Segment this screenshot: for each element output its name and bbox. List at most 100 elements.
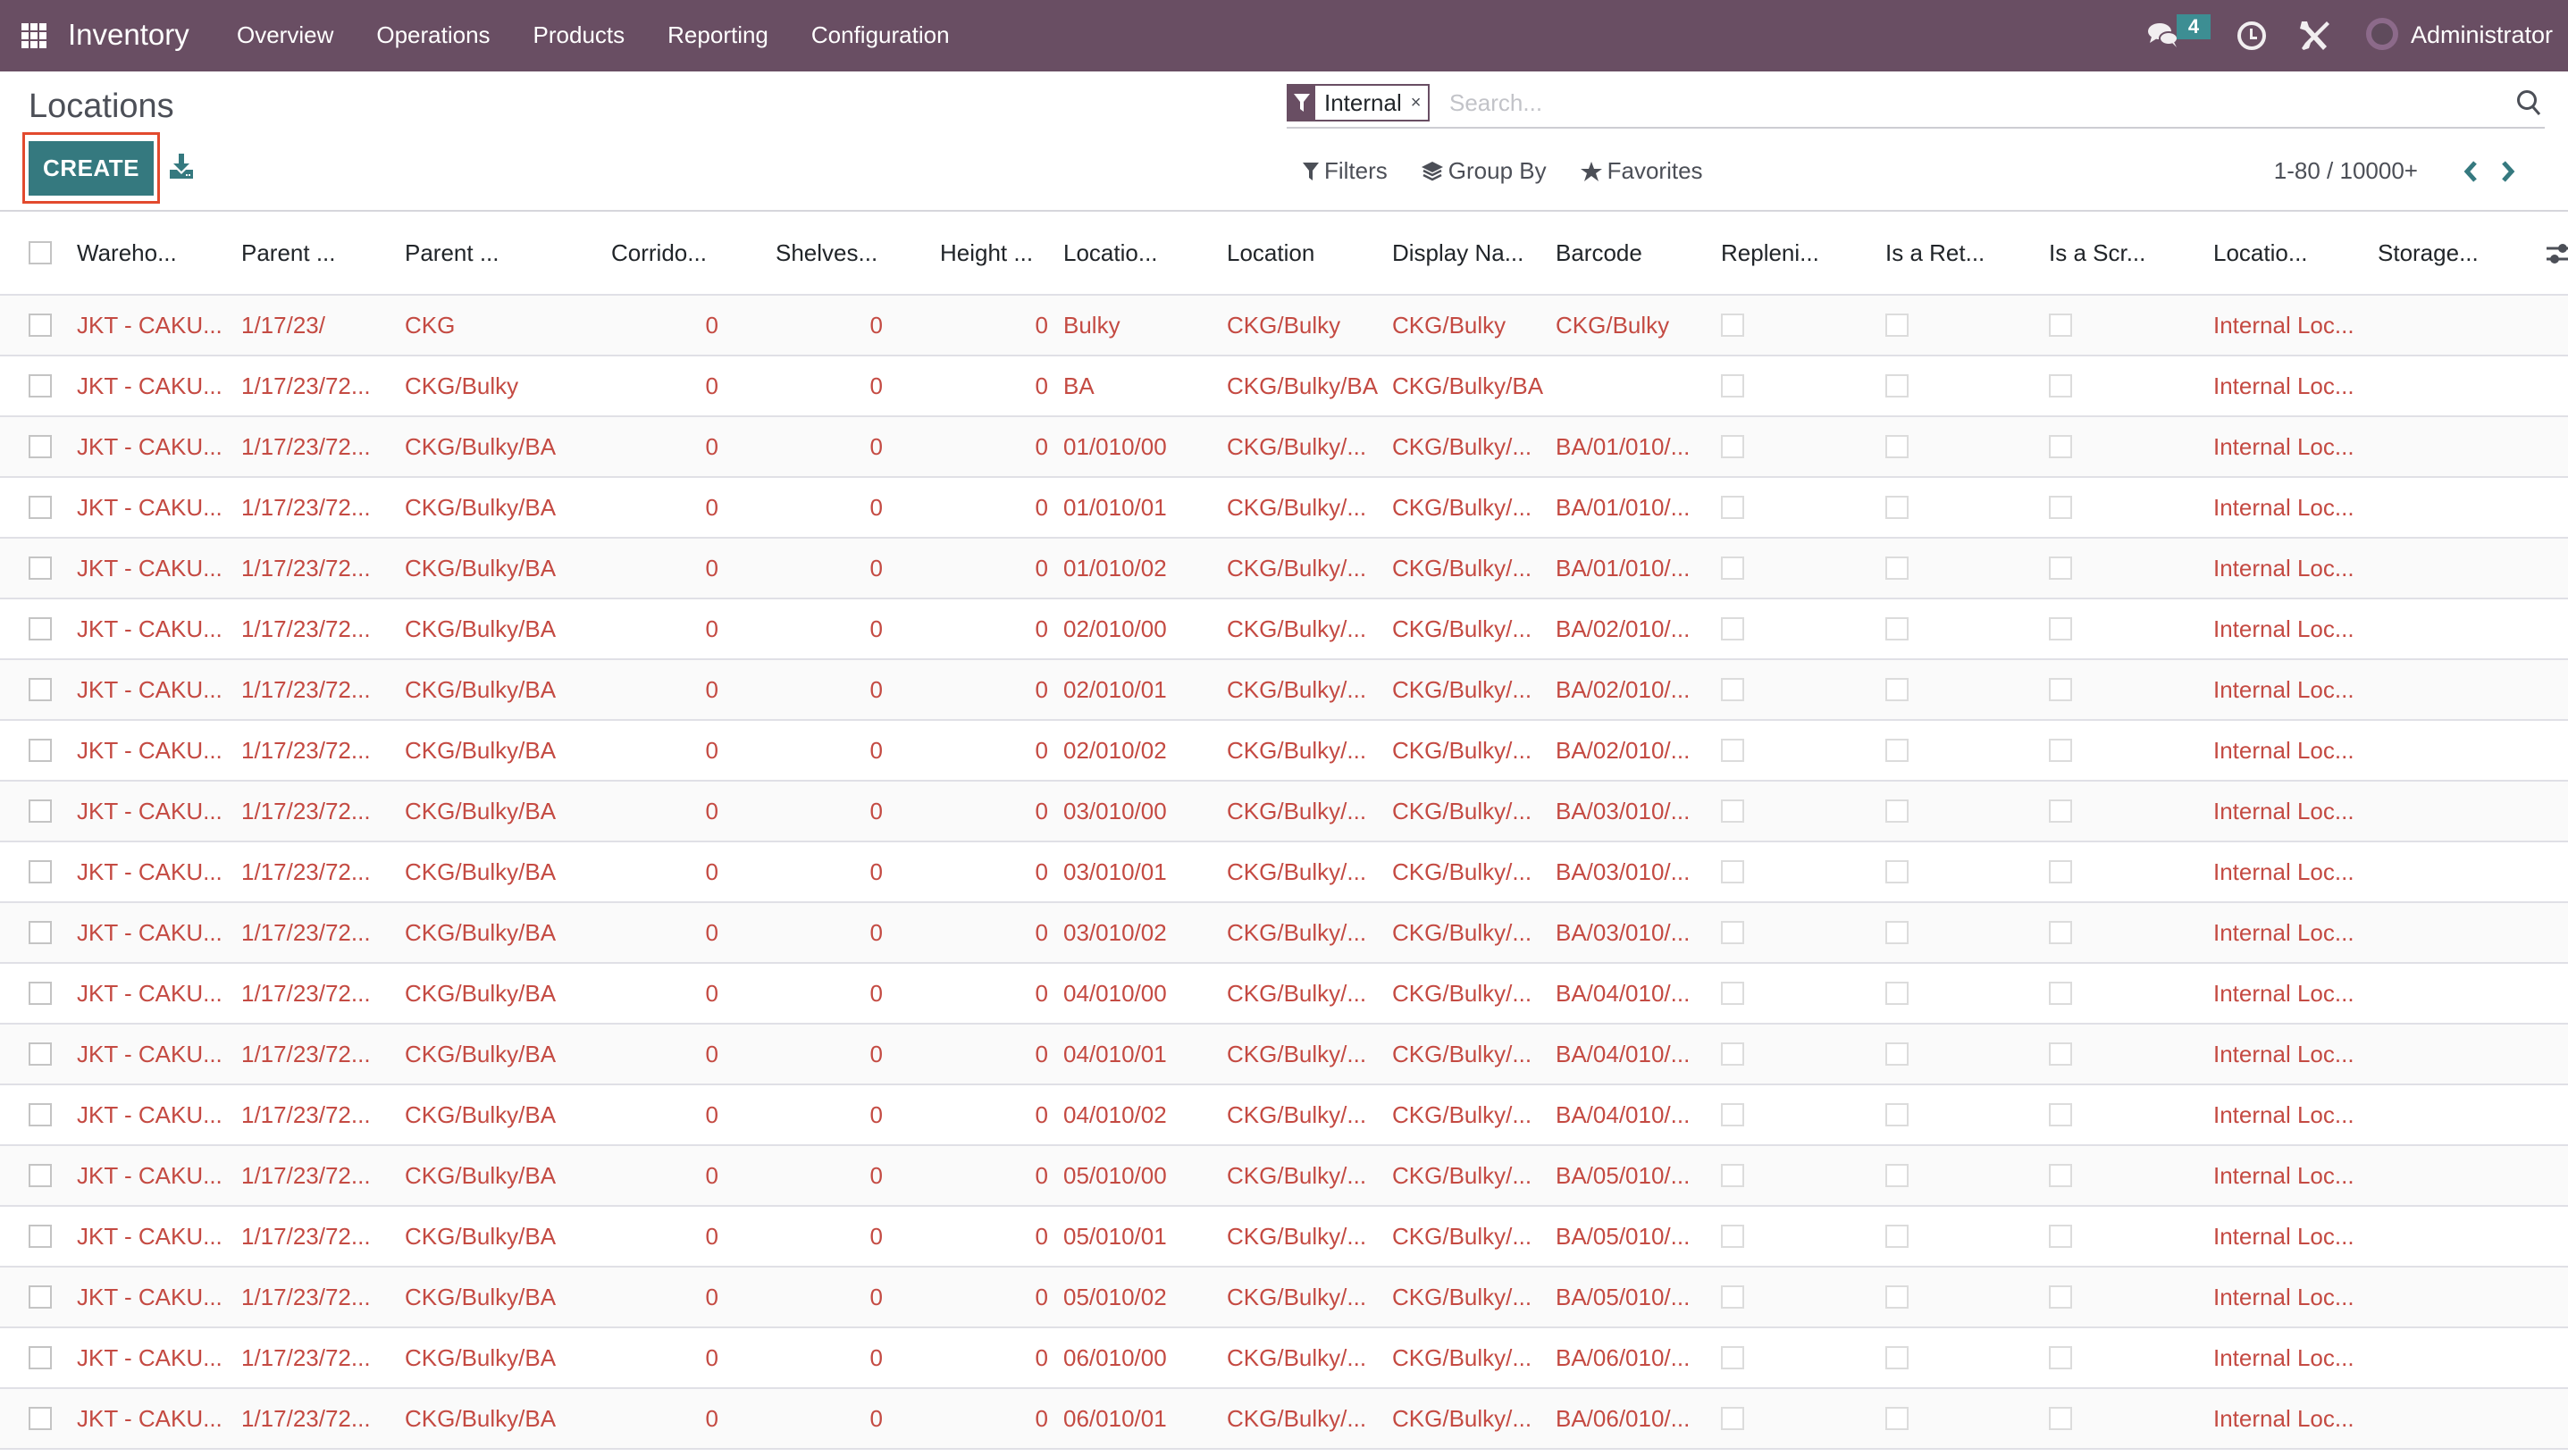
col-is-scrap[interactable]: Is a Scr... xyxy=(2049,212,2145,294)
table-row[interactable]: JKT - CAKU... 1/17/23/72... CKG/Bulky/BA 0 0… xyxy=(0,1328,2568,1389)
row-select-checkbox[interactable] xyxy=(29,739,52,762)
pager-previous-button[interactable] xyxy=(2457,158,2484,185)
row-select-cell xyxy=(29,903,52,962)
row-select-checkbox[interactable] xyxy=(29,617,52,640)
replenish-checkbox xyxy=(1721,921,1744,944)
col-height[interactable]: Height ... xyxy=(940,212,1033,294)
row-select-checkbox[interactable] xyxy=(29,496,52,519)
cell-warehouse: JKT - CAKU... xyxy=(77,1343,222,1371)
menu-overview[interactable]: Overview xyxy=(237,21,333,49)
table-row[interactable]: JKT - CAKU... 1/17/23/72... CKG/Bulky/BA 0 0… xyxy=(0,539,2568,599)
cell-location-type: Internal Loc... xyxy=(2213,1161,2354,1189)
table-row[interactable]: JKT - CAKU... 1/17/23/72... CKG/Bulky/BA 0 0… xyxy=(0,599,2568,660)
download-icon[interactable] xyxy=(170,154,193,179)
menu-products[interactable]: Products xyxy=(533,21,625,49)
row-select-checkbox[interactable] xyxy=(29,678,52,701)
is-return-checkbox xyxy=(1885,1164,1909,1187)
cell-is-return xyxy=(1885,478,1909,537)
row-select-checkbox[interactable] xyxy=(29,556,52,580)
select-all-checkbox[interactable] xyxy=(29,241,52,264)
pager-next-button[interactable] xyxy=(2495,158,2522,185)
is-return-checkbox xyxy=(1885,1103,1909,1126)
col-parent-location[interactable]: Parent ... xyxy=(405,212,499,294)
table-row[interactable]: JKT - CAKU... 1/17/23/72... CKG/Bulky/BA 0 0… xyxy=(0,1085,2568,1146)
table-row[interactable]: JKT - CAKU... 1/17/23/72... CKG/Bulky/BA 0 0… xyxy=(0,1146,2568,1207)
search-input[interactable] xyxy=(1449,86,2477,120)
create-button[interactable]: CREATE xyxy=(29,141,154,196)
cell-parent-location: CKG/Bulky/BA xyxy=(405,1404,557,1432)
table-row[interactable]: JKT - CAKU... 1/17/23/72... CKG/Bulky/BA 0 0… xyxy=(0,964,2568,1025)
col-parent-path[interactable]: Parent ... xyxy=(241,212,336,294)
col-display-name[interactable]: Display Na... xyxy=(1392,212,1523,294)
row-select-checkbox[interactable] xyxy=(29,1225,52,1248)
cell-barcode: BA/01/010/... xyxy=(1556,432,1691,460)
cell-warehouse: JKT - CAKU... xyxy=(77,858,222,885)
col-location-name[interactable]: Locatio... xyxy=(1063,212,1158,294)
table-row[interactable]: JKT - CAKU... 1/17/23/72... CKG/Bulky/BA 0 0… xyxy=(0,1207,2568,1268)
col-is-return[interactable]: Is a Ret... xyxy=(1885,212,1985,294)
table-row[interactable]: JKT - CAKU... 1/17/23/72... CKG/Bulky/BA 0 0… xyxy=(0,1025,2568,1085)
row-select-checkbox[interactable] xyxy=(29,860,52,883)
row-select-checkbox[interactable] xyxy=(29,1407,52,1430)
row-select-checkbox[interactable] xyxy=(29,1164,52,1187)
table-row[interactable]: JKT - CAKU... 1/17/23/72... CKG/Bulky/BA 0 0… xyxy=(0,660,2568,721)
facet-remove-icon[interactable]: × xyxy=(1411,86,1429,120)
row-select-checkbox[interactable] xyxy=(29,799,52,823)
row-select-checkbox[interactable] xyxy=(29,1346,52,1369)
group-by-button[interactable]: Group By xyxy=(1421,157,1547,185)
row-select-cell xyxy=(29,1085,52,1144)
cell-display-name: CKG/Bulky/... xyxy=(1392,797,1532,824)
table-row[interactable]: JKT - CAKU... 1/17/23/72... CKG/Bulky/BA 0 0… xyxy=(0,1389,2568,1450)
row-select-checkbox[interactable] xyxy=(29,374,52,397)
favorites-button[interactable]: Favorites xyxy=(1580,157,1703,185)
col-shelves[interactable]: Shelves... xyxy=(776,212,877,294)
table-row[interactable]: JKT - CAKU... 1/17/23/72... CKG/Bulky/BA 0 0… xyxy=(0,478,2568,539)
col-storage[interactable]: Storage... xyxy=(2378,212,2479,294)
table-row[interactable]: JKT - CAKU... 1/17/23/72... CKG/Bulky/BA 0 0… xyxy=(0,782,2568,842)
is-return-checkbox xyxy=(1885,799,1909,823)
menu-reporting[interactable]: Reporting xyxy=(667,21,768,49)
row-select-checkbox[interactable] xyxy=(29,982,52,1005)
chat-icon[interactable] xyxy=(2147,21,2179,48)
menu-configuration[interactable]: Configuration xyxy=(811,21,950,49)
col-corridor[interactable]: Corrido... xyxy=(611,212,707,294)
table-row[interactable]: JKT - CAKU... 1/17/23/CKG 0 0 0 Bulky CKG/Bulk… xyxy=(0,296,2568,356)
row-select-checkbox[interactable] xyxy=(29,314,52,337)
pager-value[interactable]: 1-80 / 10000+ xyxy=(2274,157,2418,185)
table-row[interactable]: JKT - CAKU... 1/17/23/72... CKG/Bulky/BA 0 0… xyxy=(0,842,2568,903)
row-select-checkbox[interactable] xyxy=(29,921,52,944)
filter-facet[interactable]: Internal × xyxy=(1287,84,1431,121)
search-icon[interactable] xyxy=(2516,89,2541,116)
debug-tools-icon[interactable] xyxy=(2296,18,2332,54)
row-select-checkbox[interactable] xyxy=(29,435,52,458)
col-location[interactable]: Location xyxy=(1227,212,1314,294)
cell-shelves: 0 xyxy=(869,1283,883,1310)
apps-menu-icon[interactable] xyxy=(21,23,46,48)
row-select-checkbox[interactable] xyxy=(29,1285,52,1309)
menu-operations[interactable]: Operations xyxy=(376,21,490,49)
table-row[interactable]: JKT - CAKU... 1/17/23/72... CKG/Bulky/BA 0 0… xyxy=(0,721,2568,782)
optional-columns-icon[interactable] xyxy=(2547,238,2568,269)
table-row[interactable]: JKT - CAKU... 1/17/23/72... CKG/Bulky 0 0 0 BA… xyxy=(0,356,2568,417)
activity-clock-icon[interactable] xyxy=(2237,21,2266,50)
table-row[interactable]: JKT - CAKU... 1/17/23/72... CKG/Bulky/BA 0 0… xyxy=(0,417,2568,478)
user-avatar[interactable] xyxy=(2366,18,2398,50)
col-replenish[interactable]: Repleni... xyxy=(1721,212,1819,294)
row-select-checkbox[interactable] xyxy=(29,1103,52,1126)
table-row[interactable]: JKT - CAKU... 1/17/23/72... CKG/Bulky/BA 0 0… xyxy=(0,903,2568,964)
table-row[interactable]: JKT - CAKU... 1/17/23/72... CKG/Bulky/BA 0 0… xyxy=(0,1268,2568,1328)
row-select-checkbox[interactable] xyxy=(29,1042,52,1066)
row-select-cell xyxy=(29,964,52,1023)
cell-location: CKG/Bulky/BA xyxy=(1227,372,1379,399)
cell-height: 0 xyxy=(1035,675,1048,703)
replenish-checkbox xyxy=(1721,860,1744,883)
facet-filter-icon xyxy=(1288,86,1315,120)
cell-height: 0 xyxy=(1035,979,1048,1007)
col-barcode[interactable]: Barcode xyxy=(1556,212,1642,294)
app-name[interactable]: Inventory xyxy=(68,18,189,52)
user-name[interactable]: Administrator xyxy=(2411,21,2553,49)
filters-button[interactable]: Filters xyxy=(1303,157,1388,185)
col-location-type[interactable]: Locatio... xyxy=(2213,212,2308,294)
cell-is-scrap xyxy=(2049,903,2072,962)
col-warehouse[interactable]: Wareho... xyxy=(77,212,177,294)
